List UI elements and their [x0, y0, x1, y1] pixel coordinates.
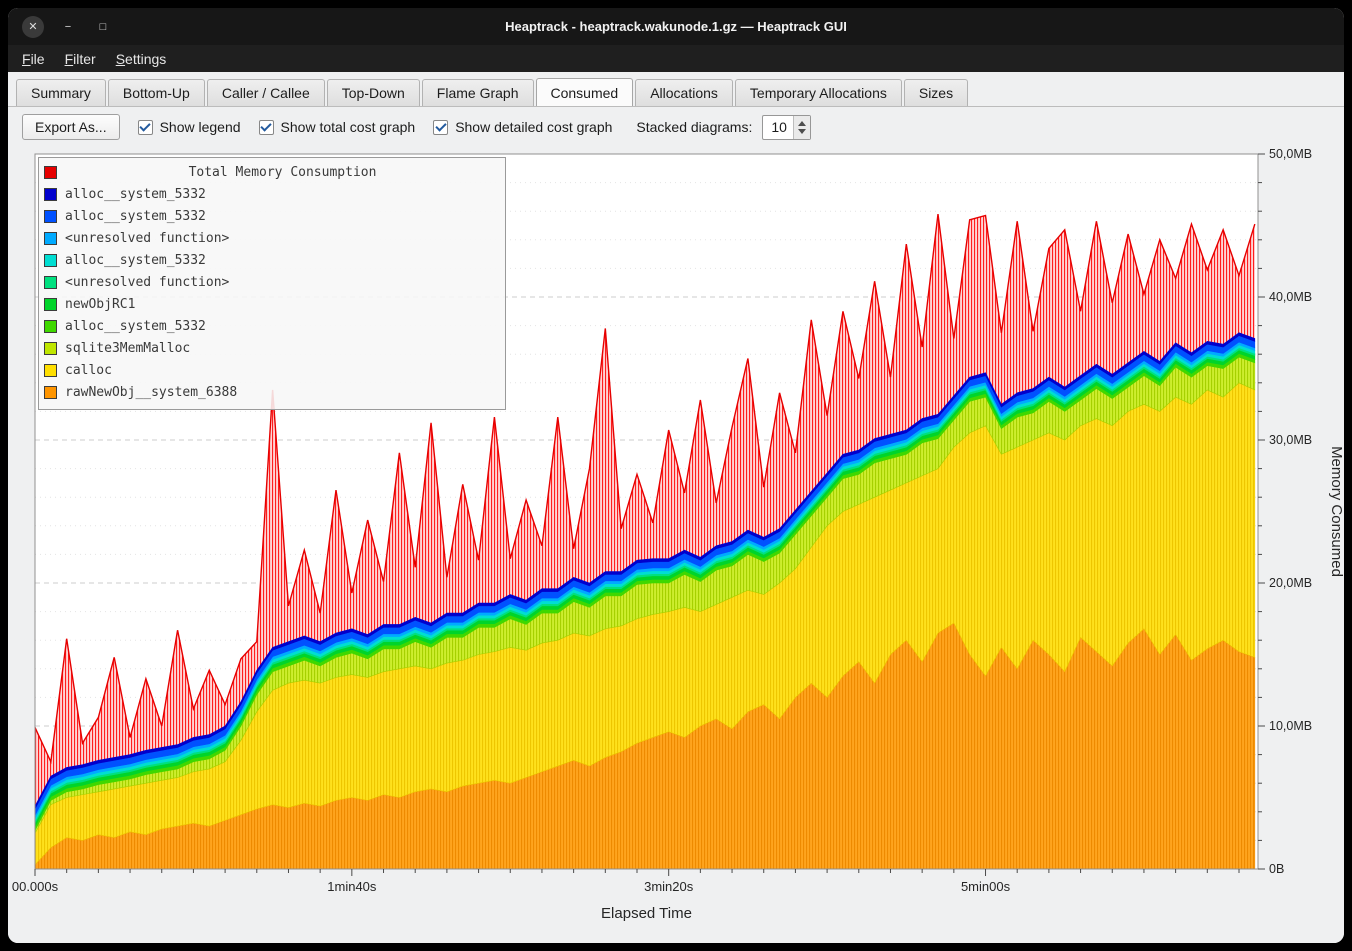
svg-text:00.000s: 00.000s	[12, 879, 59, 894]
export-as-button[interactable]: Export As...	[22, 114, 120, 140]
chart-legend: Total Memory Consumption alloc__system_53…	[38, 157, 506, 410]
legend-row: alloc__system_5332	[44, 183, 500, 205]
legend-swatch	[44, 210, 57, 223]
menubar: File Filter Settings	[8, 45, 1344, 72]
legend-swatch	[44, 188, 57, 201]
stacked-diagrams-label: Stacked diagrams:	[636, 119, 752, 135]
legend-label: <unresolved function>	[65, 275, 229, 290]
checkbox-checked-icon	[138, 120, 153, 135]
legend-row: <unresolved function>	[44, 271, 500, 293]
close-icon: ✕	[28, 20, 37, 33]
legend-label: Total Memory Consumption	[65, 165, 500, 180]
checkbox-checked-icon	[433, 120, 448, 135]
svg-text:40,0MB: 40,0MB	[1269, 290, 1312, 304]
legend-label: sqlite3MemMalloc	[65, 341, 190, 356]
svg-text:30,0MB: 30,0MB	[1269, 433, 1312, 447]
legend-swatch	[44, 276, 57, 289]
show-legend-checkbox[interactable]: Show legend	[138, 119, 241, 135]
show-total-cost-graph-checkbox[interactable]: Show total cost graph	[259, 119, 416, 135]
legend-swatch	[44, 342, 57, 355]
legend-label: alloc__system_5332	[65, 209, 206, 224]
legend-row: sqlite3MemMalloc	[44, 337, 500, 359]
checkbox-label: Show legend	[160, 119, 241, 135]
legend-row: alloc__system_5332	[44, 205, 500, 227]
svg-text:20,0MB: 20,0MB	[1269, 576, 1312, 590]
svg-text:50,0MB: 50,0MB	[1269, 147, 1312, 161]
legend-row: calloc	[44, 359, 500, 381]
spinbox-up-icon[interactable]	[798, 121, 806, 126]
legend-swatch	[44, 254, 57, 267]
legend-label: alloc__system_5332	[65, 319, 206, 334]
checkbox-label: Show total cost graph	[281, 119, 416, 135]
legend-row: <unresolved function>	[44, 227, 500, 249]
tab-allocations[interactable]: Allocations	[635, 79, 733, 106]
minimize-icon: −	[65, 21, 71, 33]
spinbox-value: 10	[763, 116, 793, 139]
svg-text:1min40s: 1min40s	[327, 879, 377, 894]
titlebar: ✕ − □ Heaptrack - heaptrack.wakunode.1.g…	[8, 8, 1344, 45]
tab-top-down[interactable]: Top-Down	[327, 79, 420, 106]
svg-text:Elapsed Time: Elapsed Time	[601, 905, 692, 922]
checkbox-label: Show detailed cost graph	[455, 119, 612, 135]
toolbar: Export As... Show legend Show total cost…	[8, 107, 1344, 147]
tab-summary[interactable]: Summary	[16, 79, 106, 106]
legend-row: alloc__system_5332	[44, 315, 500, 337]
legend-swatch	[44, 298, 57, 311]
spinbox-buttons	[793, 116, 810, 139]
heaptrack-window: ✕ − □ Heaptrack - heaptrack.wakunode.1.g…	[8, 8, 1344, 943]
svg-text:5min00s: 5min00s	[961, 879, 1011, 894]
svg-text:3min20s: 3min20s	[644, 879, 694, 894]
legend-row: alloc__system_5332	[44, 249, 500, 271]
stacked-diagrams-spinbox[interactable]: 10	[762, 115, 811, 140]
tab-consumed[interactable]: Consumed	[536, 78, 634, 106]
minimize-button[interactable]: −	[57, 16, 79, 38]
tab-flame-graph[interactable]: Flame Graph	[422, 79, 534, 106]
svg-text:Memory Consumed: Memory Consumed	[1328, 446, 1344, 577]
window-controls: ✕ − □	[22, 8, 114, 45]
maximize-button[interactable]: □	[92, 16, 114, 38]
tab-sizes[interactable]: Sizes	[904, 79, 968, 106]
svg-text:10,0MB: 10,0MB	[1269, 719, 1312, 733]
legend-title-row: Total Memory Consumption	[44, 161, 500, 183]
legend-row: newObjRC1	[44, 293, 500, 315]
legend-swatch	[44, 232, 57, 245]
maximize-icon: □	[100, 21, 107, 33]
legend-swatch	[44, 386, 57, 399]
show-detailed-cost-graph-checkbox[interactable]: Show detailed cost graph	[433, 119, 612, 135]
menu-filter[interactable]: Filter	[57, 48, 104, 70]
legend-label: <unresolved function>	[65, 231, 229, 246]
menu-file[interactable]: File	[14, 48, 53, 70]
tab-bar: Summary Bottom-Up Caller / Callee Top-Do…	[8, 72, 1344, 107]
tab-caller-callee[interactable]: Caller / Callee	[207, 79, 325, 106]
legend-label: calloc	[65, 363, 112, 378]
spinbox-down-icon[interactable]	[798, 129, 806, 134]
checkbox-checked-icon	[259, 120, 274, 135]
close-button[interactable]: ✕	[22, 16, 44, 38]
legend-label: rawNewObj__system_6388	[65, 385, 237, 400]
legend-swatch	[44, 320, 57, 333]
legend-swatch	[44, 166, 57, 179]
svg-text:0B: 0B	[1269, 862, 1284, 876]
window-title: Heaptrack - heaptrack.wakunode.1.gz — He…	[505, 19, 847, 34]
legend-row: rawNewObj__system_6388	[44, 381, 500, 403]
tab-temporary-allocations[interactable]: Temporary Allocations	[735, 79, 902, 106]
menu-settings[interactable]: Settings	[108, 48, 175, 70]
chart-area: 00.000s 1min40s 3min20s 5min00s 0B 10,0MB 20,0…	[8, 147, 1344, 943]
legend-label: alloc__system_5332	[65, 253, 206, 268]
tab-bottom-up[interactable]: Bottom-Up	[108, 79, 205, 106]
legend-swatch	[44, 364, 57, 377]
legend-label: newObjRC1	[65, 297, 135, 312]
legend-label: alloc__system_5332	[65, 187, 206, 202]
